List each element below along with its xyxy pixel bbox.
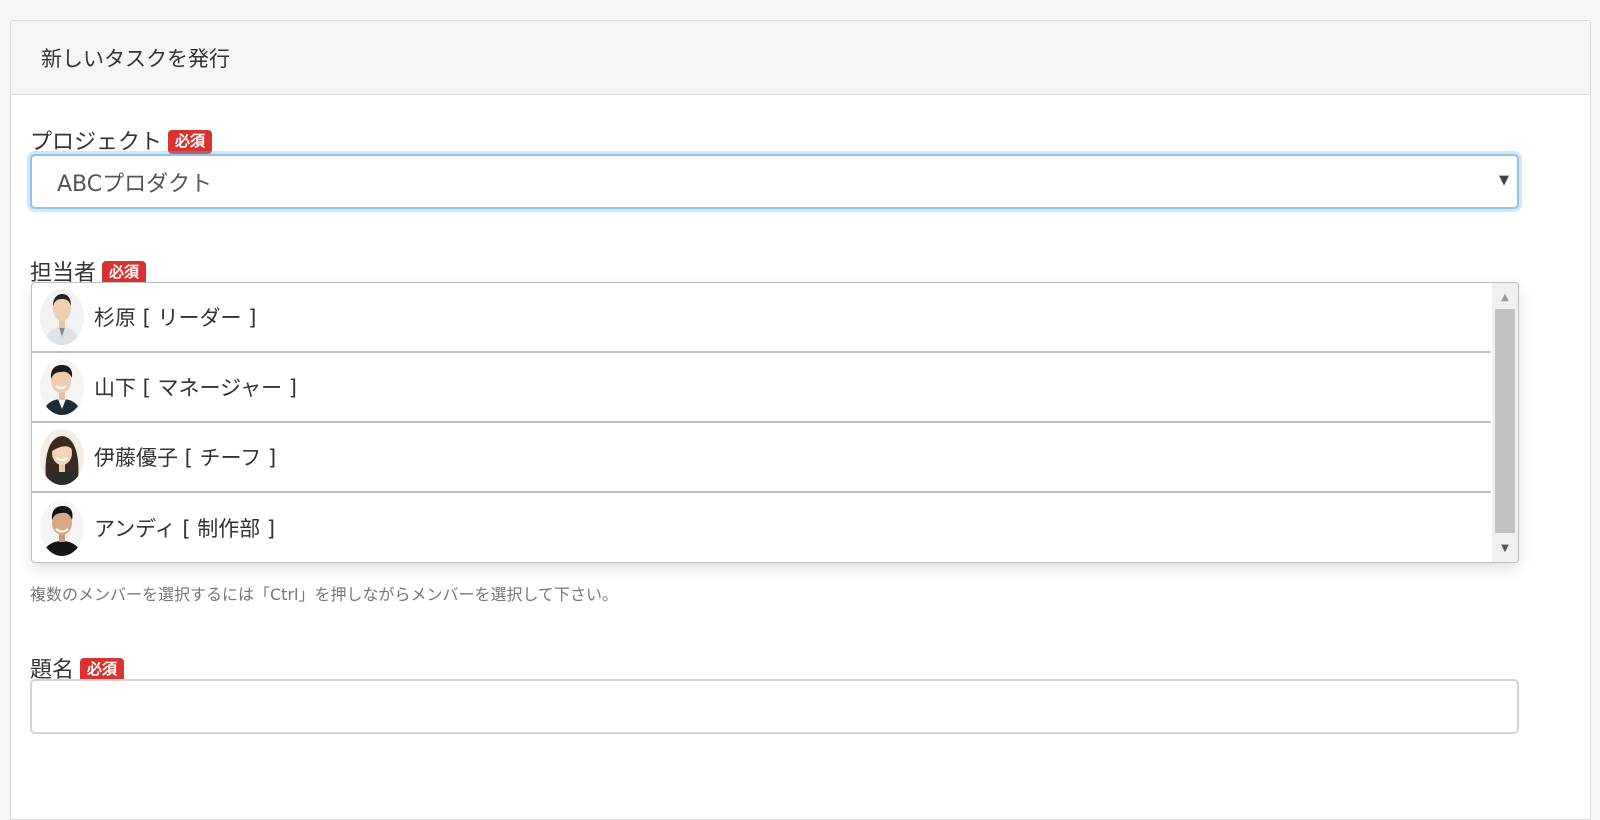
assignee-option[interactable]: 杉原 [ リーダー ] — [32, 283, 1491, 353]
assignee-listbox[interactable]: 杉原 [ リーダー ] 山下 [ マネージャー ] 伊藤優子 [チーフ] ア… — [31, 282, 1519, 563]
assignee-option[interactable]: 山下 [ マネージャー ] — [32, 353, 1491, 423]
listbox-scrollbar[interactable]: ▲ ▼ — [1492, 283, 1518, 562]
woman-avatar — [40, 429, 84, 485]
assignee-help-text: 複数のメンバーを選択するには「Ctrl」を押しながらメンバーを選択して下さい。 — [30, 585, 618, 604]
project-select[interactable]: ABCプロダクト ▼ — [30, 154, 1519, 209]
assignee-option-label: 杉原 [ リーダー ] — [94, 306, 257, 330]
panel-header: 新しいタスクを発行 — [11, 21, 1590, 95]
assignee-option-label: 伊藤優子 [ チーフ ] — [94, 446, 277, 470]
assignee-option[interactable]: 伊藤優子 [ チーフ ] — [32, 423, 1491, 493]
panel-title: 新しいタスクを発行 — [41, 46, 230, 71]
project-select-value: ABCプロダクト — [57, 171, 213, 197]
smiling-man-avatar — [40, 359, 84, 415]
man-dark-hair-avatar — [40, 500, 84, 556]
man-short-hair-avatar — [40, 289, 84, 345]
required-badge: 必須 — [168, 130, 213, 154]
scroll-up-arrow-icon[interactable]: ▲ — [1492, 285, 1518, 309]
assignee-option-label: 山下 [ マネージャー ] — [94, 376, 297, 400]
assignee-option[interactable]: アンディ [ 制作部 ] — [32, 493, 1491, 562]
scroll-down-arrow-icon[interactable]: ▼ — [1492, 536, 1518, 560]
subject-input[interactable] — [30, 679, 1519, 734]
project-label: プロジェクト — [30, 130, 163, 155]
chevron-down-icon: ▼ — [1499, 173, 1509, 188]
project-label-row: プロジェクト 必須 — [30, 124, 213, 156]
scrollbar-thumb[interactable] — [1495, 309, 1515, 533]
assignee-option-label: アンディ [ 制作部 ] — [94, 517, 276, 541]
